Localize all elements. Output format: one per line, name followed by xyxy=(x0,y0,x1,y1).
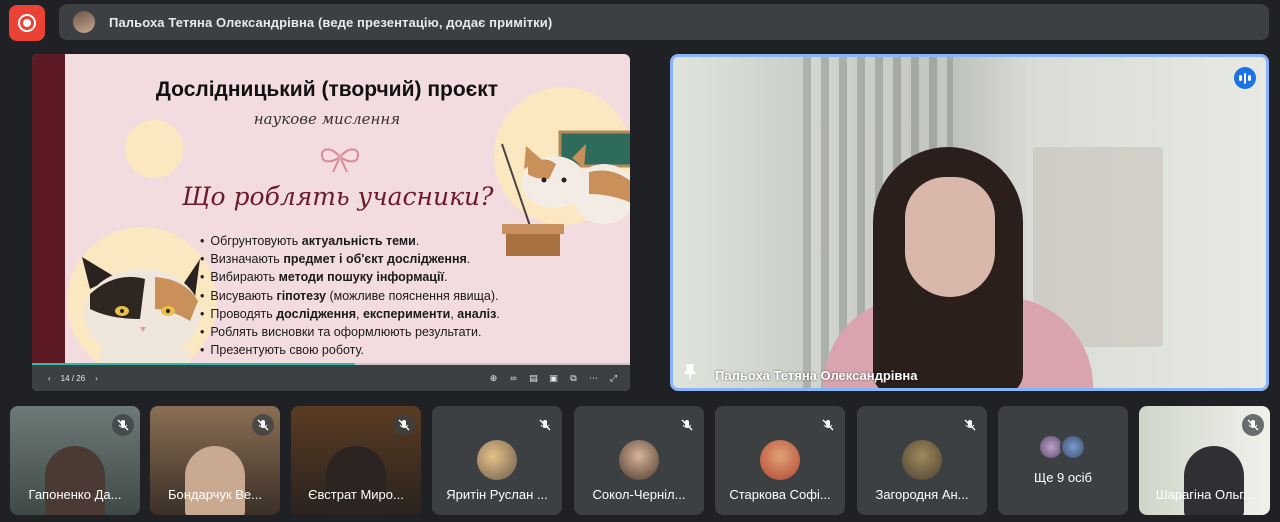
participant-name: Сокол-Черніл... xyxy=(592,487,686,502)
mic-off-icon xyxy=(393,414,415,436)
slide-bullet: Висувають гіпотезу (можливе пояснення яв… xyxy=(200,287,630,305)
cat-image xyxy=(82,257,200,369)
main-speaker-video[interactable]: Пальоха Тетяна Олександрівна xyxy=(670,54,1269,391)
slide-page-indicator: 14 / 26 xyxy=(60,373,86,383)
next-slide-icon[interactable]: › xyxy=(95,374,98,383)
participant-name: Шарагіна Ольг... xyxy=(1155,487,1254,502)
participant-name: Старкова Софі... xyxy=(729,487,831,502)
copy-icon[interactable]: ⧉ xyxy=(569,373,578,384)
participant-tile[interactable]: Загородня Ан... xyxy=(857,406,987,515)
presenter-bar-text: Пальоха Тетяна Олександрівна (веде презе… xyxy=(109,14,553,30)
participant-tile[interactable]: Євстрат Миро... xyxy=(291,406,421,515)
bow-icon xyxy=(320,148,360,173)
participant-name: Яритін Руслан ... xyxy=(446,487,548,502)
slide-heading: Що роблять учасники? xyxy=(182,182,494,211)
share-link-icon[interactable]: ∞ xyxy=(509,373,518,384)
slide-subtitle: наукове мислення xyxy=(253,110,401,128)
mic-off-icon xyxy=(676,414,698,436)
participant-name: Гапоненко Да... xyxy=(28,487,122,502)
captions-icon[interactable]: ▤ xyxy=(529,373,538,384)
presenter-avatar xyxy=(73,11,95,33)
participant-avatar xyxy=(760,440,800,480)
speaking-indicator-icon xyxy=(1234,67,1256,89)
slide-decor-circle xyxy=(125,120,183,178)
pin-icon[interactable] xyxy=(683,363,697,381)
participant-name: Євстрат Миро... xyxy=(308,487,404,502)
meet-window: Пальоха Тетяна Олександрівна (веде презе… xyxy=(0,0,1280,522)
slide-bullet: Роблять висновки та оформлюють результат… xyxy=(200,323,630,341)
participant-tile[interactable]: Яритін Руслан ... xyxy=(432,406,562,515)
participant-tile[interactable]: Старкова Софі... xyxy=(715,406,845,515)
presentation-slide[interactable]: Дослідницький (творчий) проєкт наукове м… xyxy=(32,54,630,391)
slide-title: Дослідницький (творчий) проєкт xyxy=(155,78,499,101)
present-icon[interactable]: ▣ xyxy=(549,373,558,384)
mic-off-icon xyxy=(252,414,274,436)
cat-with-pointer-image xyxy=(501,130,630,256)
slide-controls: ‹ 14 / 26 › ⊕ ∞ ▤ ▣ ⧉ ⋯ ⤢ xyxy=(32,365,630,391)
presenter-bar[interactable]: Пальоха Тетяна Олександрівна (веде презе… xyxy=(59,4,1269,40)
mic-off-icon xyxy=(1242,414,1264,436)
participant-tile[interactable]: Шарагіна Ольг... xyxy=(1139,406,1270,515)
slide-bullet: Презентують свою роботу. xyxy=(200,341,630,359)
more-options-icon[interactable]: ⋯ xyxy=(589,373,598,384)
participant-avatar xyxy=(619,440,659,480)
slide-bullet: Проводять дослідження, експерименти, ана… xyxy=(200,305,630,323)
participant-avatar xyxy=(477,440,517,480)
recording-button[interactable] xyxy=(9,5,45,41)
record-icon xyxy=(18,14,36,32)
participant-tile[interactable]: Гапоненко Да... xyxy=(10,406,140,515)
participant-tile[interactable]: Сокол-Черніл... xyxy=(574,406,704,515)
mic-off-icon xyxy=(112,414,134,436)
mic-off-icon xyxy=(534,414,556,436)
mic-off-icon xyxy=(959,414,981,436)
prev-slide-icon[interactable]: ‹ xyxy=(48,374,51,383)
more-participants-avatars xyxy=(1038,434,1090,460)
speaker-name: Пальоха Тетяна Олександрівна xyxy=(715,368,918,383)
participant-name: Бондарчук Ве... xyxy=(167,487,262,502)
participant-name: Загородня Ан... xyxy=(875,487,969,502)
more-participants-label: Ще 9 осіб xyxy=(1034,470,1092,485)
slide-bullet: Вибирають методи пошуку інформації. xyxy=(200,268,630,286)
mic-off-icon xyxy=(817,414,839,436)
speaker-face xyxy=(905,177,995,297)
zoom-icon[interactable]: ⊕ xyxy=(489,373,498,384)
participant-tile[interactable]: Бондарчук Ве... xyxy=(150,406,280,515)
participant-avatar xyxy=(902,440,942,480)
more-participants-tile[interactable]: Ще 9 осіб xyxy=(998,406,1128,515)
fullscreen-icon[interactable]: ⤢ xyxy=(609,373,618,384)
